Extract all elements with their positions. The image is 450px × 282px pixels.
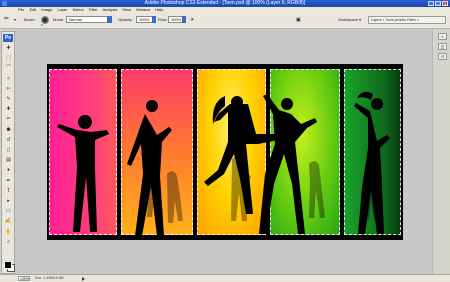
status-bar: 100% Doc: 1.43M/10.5M <box>0 274 450 282</box>
palette-well-icon[interactable]: ▣ <box>296 17 301 23</box>
mode-label: Mode: <box>53 17 65 22</box>
mode-dropdown-arrow-icon[interactable] <box>107 16 112 23</box>
palette-well-tabs[interactable]: Layers × Tools presets Paths × <box>368 16 446 24</box>
lasso-tool-icon[interactable]: ⌒ <box>5 66 12 71</box>
window-title: Adobe Photoshop CS3 Extended - [Teen.psd… <box>144 0 306 6</box>
brush-tool-icon[interactable]: ✏ <box>5 117 12 122</box>
ps-logo: Ps <box>3 34 13 42</box>
eyedropper-icon[interactable]: ✎ <box>5 97 12 102</box>
shape-tool-icon[interactable]: ▭ <box>5 209 12 214</box>
mode-select[interactable]: Normal <box>66 16 112 23</box>
clone-stamp-icon[interactable]: ⚉ <box>5 127 12 133</box>
dodge-tool-icon[interactable]: ● <box>5 168 12 173</box>
title-bar: Adobe Photoshop CS3 Extended - [Teen.psd… <box>0 0 450 7</box>
collapsed-palettes: » ◫ ↺ <box>432 29 450 274</box>
options-bar: ✏ ▾ Brush: 9 Mode: Normal Opacity: 100% … <box>0 13 450 29</box>
magic-wand-icon[interactable]: ✧ <box>5 76 12 82</box>
close-button[interactable]: × <box>442 1 448 6</box>
opacity-label: Opacity: <box>118 17 133 22</box>
document-canvas[interactable] <box>47 64 403 240</box>
move-tool-icon[interactable]: ✚ <box>5 46 12 51</box>
window-controls: _ □ × <box>428 1 448 6</box>
opacity-arrow-icon[interactable] <box>152 16 156 23</box>
type-tool-icon[interactable]: T <box>5 188 12 194</box>
palette-collapse-icon[interactable]: » <box>438 33 447 40</box>
airbrush-icon[interactable]: ✈ <box>190 17 194 23</box>
navigator-palette-icon[interactable]: ◫ <box>438 43 447 50</box>
crop-tool-icon[interactable]: ✄ <box>5 86 12 92</box>
flow-label: Flow: <box>158 17 168 22</box>
flow-arrow-icon[interactable] <box>182 16 186 23</box>
foreground-color-swatch[interactable] <box>4 261 12 269</box>
pen-tool-icon[interactable]: ✒ <box>5 178 12 184</box>
tool-preset-arrow-icon[interactable]: ▾ <box>14 17 16 23</box>
path-select-icon[interactable]: ▸ <box>5 199 12 204</box>
eraser-icon[interactable]: ▯ <box>5 148 12 153</box>
workspace-menu[interactable]: Workspace ▾ <box>338 17 361 23</box>
zoom-field[interactable]: 100% <box>18 276 30 281</box>
maximize-button[interactable]: □ <box>435 1 441 6</box>
healing-brush-icon[interactable]: ✚ <box>5 107 12 112</box>
zoom-tool-icon[interactable]: ⌕ <box>5 239 12 245</box>
minimize-button[interactable]: _ <box>428 1 434 6</box>
dancer-silhouettes <box>57 91 390 236</box>
gradient-tool-icon[interactable]: ▤ <box>5 158 12 163</box>
notes-tool-icon[interactable]: ✍ <box>5 219 12 224</box>
history-palette-icon[interactable]: ↺ <box>438 53 447 60</box>
toolbox: Ps ✚ ⬚ ⌒ ✧ ✄ ✎ ✚ ✏ ⚉ ↺ ▯ ▤ ● ✒ T ▸ ▭ ✍ ✋ ⌕ <box>1 31 15 274</box>
brush-size: 9 <box>41 23 43 27</box>
brush-label: Brush: <box>24 17 36 22</box>
brush-preset-icon[interactable]: ✏ <box>4 16 9 22</box>
marquee-tool-icon[interactable]: ⬚ <box>5 56 12 61</box>
hand-tool-icon[interactable]: ✋ <box>5 229 12 235</box>
status-menu-arrow-icon[interactable] <box>82 277 85 281</box>
document-size: Doc: 1.43M/10.5M <box>35 276 64 280</box>
history-brush-icon[interactable]: ↺ <box>5 137 12 143</box>
